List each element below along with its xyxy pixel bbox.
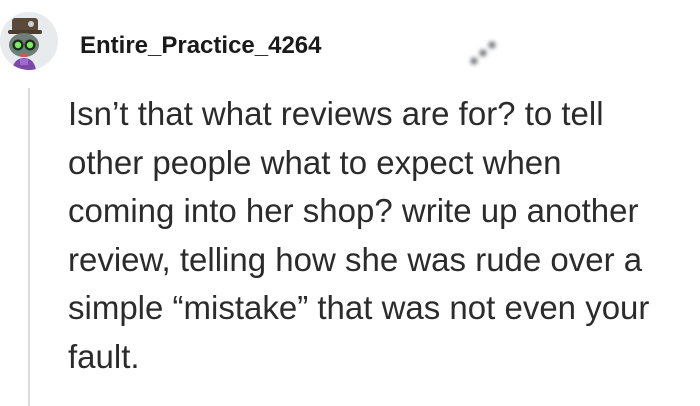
comment-body: Isn’t that what reviews are for? to tell… <box>68 95 650 375</box>
snoo-avatar-icon <box>0 12 58 70</box>
avatar[interactable] <box>0 12 58 70</box>
more-options-icon[interactable] <box>466 38 502 68</box>
comment-author[interactable]: Entire_Practice_4264 <box>80 32 322 60</box>
thread-line[interactable] <box>28 88 30 406</box>
comment: Entire_Practice_4264 Isn’t that what rev… <box>0 0 700 406</box>
